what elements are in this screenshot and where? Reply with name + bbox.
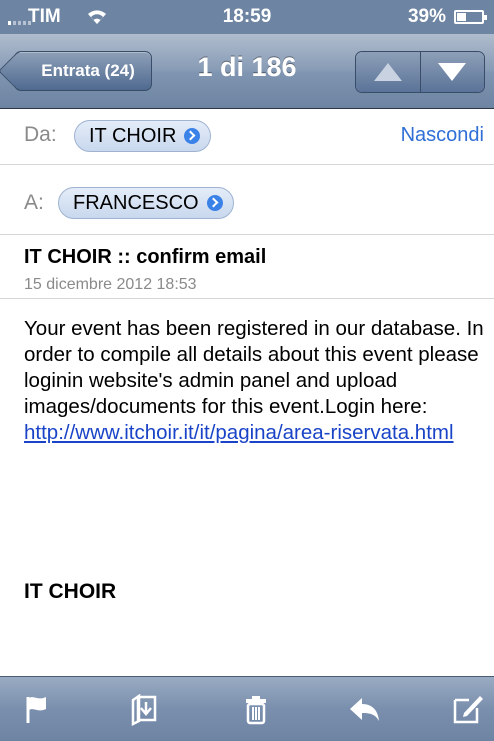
down-arrow-icon	[438, 63, 467, 81]
message-date: 15 dicembre 2012 18:53	[24, 276, 197, 293]
message-position-title: 1 di 186	[197, 52, 297, 82]
message-signature: IT CHOIR	[24, 580, 117, 603]
back-button-label: Entrata (24)	[41, 61, 135, 80]
from-contact-chip[interactable]: IT CHOIR	[74, 120, 212, 152]
hide-details-link[interactable]: Nascondi	[401, 124, 484, 147]
status-bar: TIM 18:59 39%	[0, 0, 494, 34]
trash-icon[interactable]	[238, 691, 274, 727]
from-label: Da:	[24, 123, 57, 146]
chevron-right-icon	[206, 195, 223, 211]
flag-icon[interactable]	[20, 691, 56, 727]
message-navigation-control	[355, 51, 485, 93]
message-link[interactable]: http://www.itchoir.it/it/pagina/area-ris…	[24, 420, 486, 446]
to-label: A:	[24, 191, 44, 214]
navigation-bar: Entrata (24) 1 di 186	[0, 34, 494, 109]
move-folder-icon[interactable]	[126, 691, 162, 727]
message-body: Your event has been registered in our da…	[24, 316, 486, 446]
message-body-text: Your event has been registered in our da…	[24, 317, 484, 418]
bottom-toolbar	[0, 676, 494, 741]
from-contact-name: IT CHOIR	[89, 124, 177, 147]
to-contact-chip[interactable]: FRANCESCO	[58, 187, 234, 219]
battery-percent: 39%	[407, 6, 446, 27]
compose-icon[interactable]	[450, 691, 486, 727]
back-to-inbox-button[interactable]: Entrata (24)	[14, 51, 152, 91]
message-subject: IT CHOIR :: confirm email	[24, 246, 267, 268]
battery-icon	[454, 10, 487, 24]
up-arrow-icon	[373, 63, 402, 81]
previous-message-button[interactable]	[356, 52, 420, 92]
to-row: A: FRANCESCO	[0, 172, 494, 235]
to-contact-name: FRANCESCO	[73, 191, 199, 214]
from-row: Da: IT CHOIR Nascondi	[0, 108, 494, 165]
next-message-button[interactable]	[419, 52, 484, 92]
reply-icon[interactable]	[346, 691, 382, 727]
chevron-right-icon	[184, 128, 201, 144]
